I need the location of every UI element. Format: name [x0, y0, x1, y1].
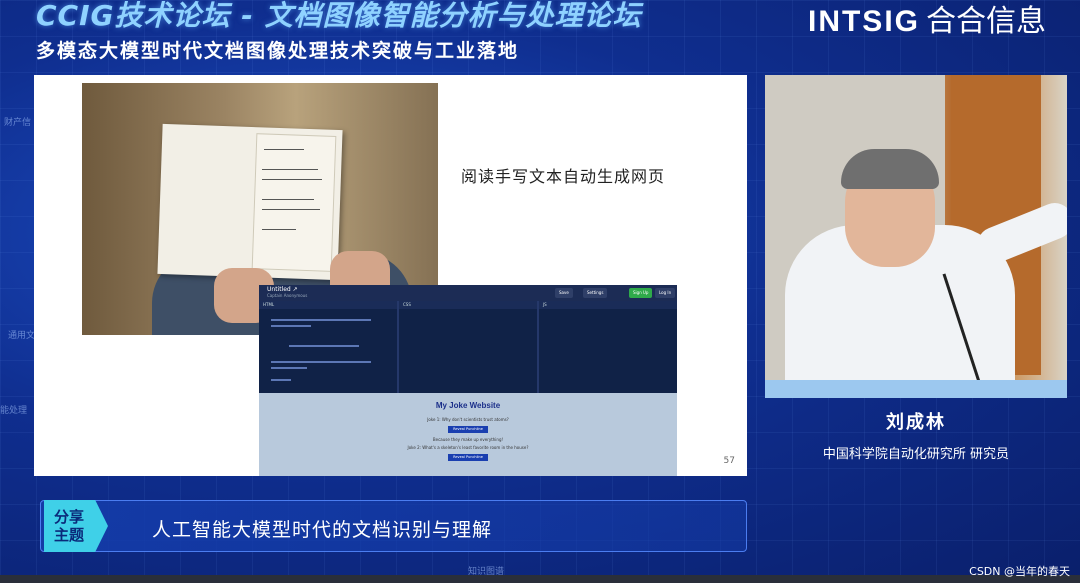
badge-line: 分享	[54, 508, 85, 526]
pane-label: CSS	[399, 301, 537, 309]
handwriting-stroke	[262, 169, 318, 170]
reveal-punchline-button[interactable]: Reveal Punchline	[448, 426, 488, 433]
speaker-name: 刘成林	[886, 412, 946, 433]
forum-subtitle: 多模态大模型时代文档图像处理技术突破与工业落地	[36, 40, 520, 62]
forum-title: CCIG技术论坛 - 文档图像智能分析与处理论坛	[36, 0, 642, 32]
log-in-button[interactable]: Log In	[655, 288, 676, 298]
reveal-punchline-button[interactable]: Reveal Punchline	[448, 454, 488, 461]
editor-topbar: Untitled ↗ Captain Anonymous Save Settin…	[259, 285, 677, 301]
pane-label: HTML	[259, 301, 397, 309]
webpage-preview: My Joke Website Joke 1: Why don't scient…	[259, 393, 677, 476]
logo-cn: 合合信息	[926, 5, 1046, 38]
css-pane[interactable]: CSS	[399, 301, 539, 393]
preview-title: My Joke Website	[435, 401, 501, 410]
save-button[interactable]: Save	[555, 288, 573, 298]
bottom-strip	[0, 575, 1080, 583]
intsig-logo: INTSIG 合合信息	[808, 0, 1046, 40]
badge-line: 主题	[54, 526, 85, 544]
handwriting-stroke	[262, 229, 296, 230]
preview-line: Joke 1: Why don't scientists trust atoms…	[427, 417, 509, 422]
presentation-slide: 阅读手写文本自动生成网页 Untitled ↗ Captain Anonymou…	[34, 75, 747, 476]
code-line	[271, 361, 371, 363]
preview-line: Joke 2: What's a skeleton's least favori…	[407, 445, 529, 450]
code-line	[271, 379, 291, 381]
editor-subtitle: Captain Anonymous	[267, 293, 308, 298]
handwriting-stroke	[264, 149, 304, 150]
editor-title: Untitled ↗	[267, 286, 298, 293]
pane-label: JS	[539, 301, 677, 309]
html-pane[interactable]: HTML	[259, 301, 399, 393]
code-line	[271, 325, 311, 327]
notebook	[157, 123, 343, 281]
background-word: 能处理	[0, 406, 28, 416]
background-word: 通用文	[8, 331, 36, 341]
preview-line: Because they make up everything!	[432, 437, 504, 442]
settings-button[interactable]: Settings	[583, 288, 608, 298]
handwriting-stroke	[262, 209, 320, 210]
code-line	[289, 345, 359, 347]
sign-up-button[interactable]: Sign Up	[629, 288, 653, 298]
logo-text: INTSIG	[807, 5, 920, 38]
speaker-hair	[841, 149, 939, 189]
code-line	[271, 367, 307, 369]
js-pane[interactable]: JS	[539, 301, 677, 393]
background-word: 财产信	[4, 118, 32, 128]
handwriting-stroke	[262, 199, 314, 200]
code-line	[271, 319, 371, 321]
generated-webpage-editor: Untitled ↗ Captain Anonymous Save Settin…	[259, 285, 677, 476]
slide-caption: 阅读手写文本自动生成网页	[461, 167, 666, 186]
handwriting-stroke	[262, 179, 322, 180]
podium	[765, 380, 1067, 398]
notebook-page	[251, 133, 337, 272]
speaker-affiliation: 中国科学院自动化研究所 研究员	[822, 447, 1010, 462]
code-panes: HTML CSS JS	[259, 301, 677, 393]
speaker-video	[765, 75, 1067, 398]
slide-page-number: 57	[723, 456, 735, 466]
csdn-watermark: CSDN @当年的春天	[969, 565, 1070, 578]
share-topic-badge: 分享 主题	[44, 500, 108, 552]
talk-title: 人工智能大模型时代的文档识别与理解	[152, 519, 493, 541]
